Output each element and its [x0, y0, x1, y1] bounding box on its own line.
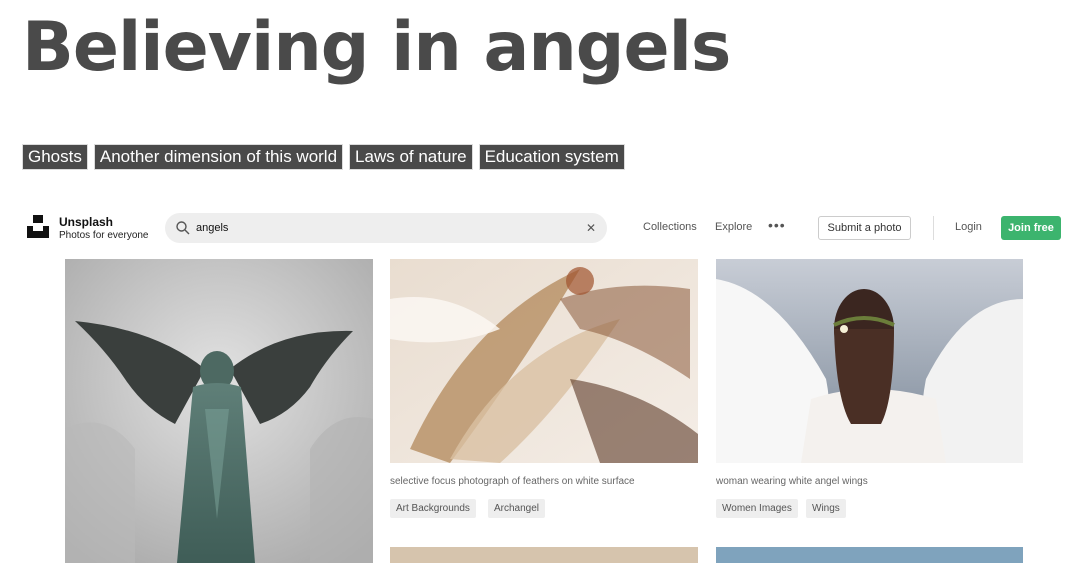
search-input[interactable] [196, 213, 576, 243]
photo-next-row[interactable] [390, 547, 698, 563]
search-icon[interactable] [175, 220, 191, 236]
photo-next-row[interactable] [716, 547, 1023, 563]
page-title: Believing in angels [22, 8, 731, 87]
brand[interactable]: Unsplash Photos for everyone [59, 215, 149, 242]
submit-photo-button[interactable]: Submit a photo [818, 216, 911, 240]
tag-education-system[interactable]: Education system [479, 145, 624, 169]
more-icon[interactable]: ••• [768, 218, 786, 232]
search-bar: ✕ [165, 213, 607, 243]
photo-tag-chip[interactable]: Art Backgrounds [390, 499, 476, 518]
photo-caption: woman wearing white angel wings [716, 476, 868, 487]
login-link[interactable]: Login [955, 221, 982, 233]
photo-caption: selective focus photograph of feathers o… [390, 476, 635, 487]
photo-tag-chip[interactable]: Archangel [488, 499, 546, 518]
join-free-button[interactable]: Join free [1001, 216, 1061, 240]
topic-tags: Ghosts Another dimension of this world L… [23, 145, 624, 169]
unsplash-navbar: Unsplash Photos for everyone ✕ Collectio… [0, 210, 1080, 246]
tag-ghosts[interactable]: Ghosts [23, 145, 87, 169]
unsplash-logo-icon[interactable] [27, 215, 49, 238]
tag-another-dimension[interactable]: Another dimension of this world [94, 145, 343, 169]
tag-laws-of-nature[interactable]: Laws of nature [350, 145, 472, 169]
unsplash-screenshot: Unsplash Photos for everyone ✕ Collectio… [0, 200, 1080, 563]
brand-name: Unsplash [59, 215, 114, 229]
photo-tag-chip[interactable]: Wings [806, 499, 846, 518]
close-icon[interactable]: ✕ [583, 220, 599, 236]
photo-feathers[interactable] [390, 259, 698, 463]
brand-tagline: Photos for everyone [59, 230, 149, 241]
feathers-image [390, 259, 698, 463]
photo-tag-chip[interactable]: Women Images [716, 499, 798, 518]
angel-statue-image [65, 259, 373, 563]
nav-explore[interactable]: Explore [715, 220, 752, 234]
photo-angel-statue[interactable] [65, 259, 373, 563]
nav-collections[interactable]: Collections [643, 220, 697, 234]
photo-angel-wings[interactable] [716, 259, 1023, 463]
angel-wings-image [716, 259, 1023, 463]
nav-divider [933, 216, 934, 240]
